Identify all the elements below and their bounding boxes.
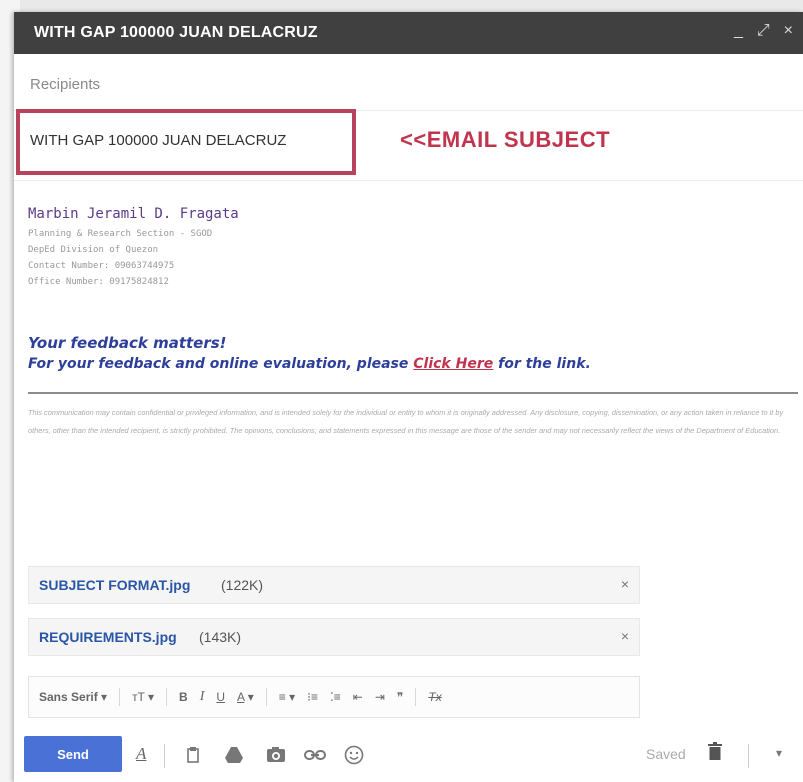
- toolbar-separator: [265, 688, 267, 706]
- discard-draft-icon[interactable]: [708, 742, 722, 760]
- insert-emoji-icon[interactable]: [344, 745, 364, 765]
- signature-block: Marbin Jeramil D. Fragata Planning & Res…: [28, 206, 239, 290]
- compose-title: WITH GAP 100000 JUAN DELACRUZ: [34, 24, 318, 41]
- more-options-icon[interactable]: ▾: [776, 746, 782, 760]
- saved-status: Saved: [646, 746, 686, 762]
- quote-icon[interactable]: ❞: [397, 690, 403, 704]
- attachment-name[interactable]: REQUIREMENTS.jpg: [39, 629, 177, 645]
- font-family-select[interactable]: Sans Serif ▾: [39, 690, 107, 704]
- signature-line: Office Number: 09175824812: [28, 277, 169, 287]
- compose-bottom-bar: Send A Saved ▾: [14, 728, 803, 782]
- attachment-size: (143K): [199, 629, 242, 645]
- attach-files-icon[interactable]: [186, 746, 200, 764]
- click-here-link[interactable]: Click Here: [413, 356, 493, 372]
- drive-icon[interactable]: [224, 746, 244, 764]
- align-icon[interactable]: ≡ ▾: [279, 690, 295, 704]
- indent-more-icon[interactable]: ⇥: [375, 690, 385, 704]
- toolbar-separator: [415, 688, 417, 706]
- feedback-suffix: for the link.: [498, 356, 591, 372]
- toolbar-separator: [748, 744, 749, 768]
- expand-icon[interactable]: ⤢: [757, 22, 770, 40]
- send-button[interactable]: Send: [24, 736, 122, 772]
- formatting-toolbar: Sans Serif ▾ тT ▾ B I U A ▾ ≡ ▾ ⁝≡ ⁚≡ ⇤ …: [28, 676, 640, 718]
- indent-less-icon[interactable]: ⇤: [353, 690, 363, 704]
- feedback-heading: Your feedback matters!: [28, 334, 227, 352]
- minimize-icon[interactable]: _: [734, 22, 743, 40]
- italic-icon[interactable]: I: [200, 689, 205, 705]
- attachment-chip[interactable]: SUBJECT FORMAT.jpg (122K) ×: [28, 566, 640, 604]
- confidentiality-disclaimer: This communication may contain confident…: [28, 408, 784, 435]
- subject-annotation: <<EMAIL SUBJECT: [400, 127, 611, 152]
- toolbar-separator: [166, 688, 168, 706]
- subject-highlight-box: [16, 109, 356, 175]
- signature-line: DepEd Division of Quezon: [28, 245, 159, 255]
- underline-icon[interactable]: U: [216, 690, 225, 704]
- numbered-list-icon[interactable]: ⁝≡: [307, 690, 318, 704]
- background-strip-top: [0, 0, 803, 12]
- attachment-name[interactable]: SUBJECT FORMAT.jpg: [39, 577, 190, 593]
- close-icon[interactable]: ×: [784, 22, 793, 40]
- toolbar-separator: [164, 744, 165, 768]
- font-size-icon[interactable]: тT ▾: [132, 690, 154, 704]
- formatting-options-icon[interactable]: A: [136, 744, 146, 764]
- attachment-size: (122K): [221, 577, 264, 593]
- signature-divider: [28, 392, 798, 394]
- feedback-block: Your feedback matters! For your feedback…: [28, 334, 591, 372]
- compose-titlebar[interactable]: WITH GAP 100000 JUAN DELACRUZ _ ⤢ ×: [14, 12, 803, 54]
- signature-line: Planning & Research Section - SGOD: [28, 229, 213, 239]
- remove-attachment-icon[interactable]: ×: [621, 576, 629, 592]
- bold-icon[interactable]: B: [179, 690, 188, 704]
- feedback-prefix: For your feedback and online evaluation,…: [28, 356, 409, 372]
- text-color-icon[interactable]: A ▾: [237, 690, 254, 704]
- recipients-field[interactable]: Recipients: [30, 76, 100, 93]
- toolbar-separator: [119, 688, 121, 706]
- attachment-chip[interactable]: REQUIREMENTS.jpg (143K) ×: [28, 618, 640, 656]
- window-controls: _ ⤢ ×: [734, 22, 793, 40]
- insert-photo-icon[interactable]: [266, 746, 286, 763]
- bulleted-list-icon[interactable]: ⁚≡: [330, 690, 341, 704]
- subject-divider: [14, 180, 803, 181]
- insert-link-icon[interactable]: [304, 750, 326, 760]
- signature-name: Marbin Jeramil D. Fragata: [28, 206, 239, 222]
- compose-window: WITH GAP 100000 JUAN DELACRUZ _ ⤢ × Reci…: [14, 12, 803, 782]
- feedback-text: For your feedback and online evaluation,…: [28, 356, 591, 372]
- clear-formatting-icon[interactable]: Tx: [428, 690, 441, 704]
- signature-line: Contact Number: 09063744975: [28, 261, 175, 271]
- remove-attachment-icon[interactable]: ×: [621, 628, 629, 644]
